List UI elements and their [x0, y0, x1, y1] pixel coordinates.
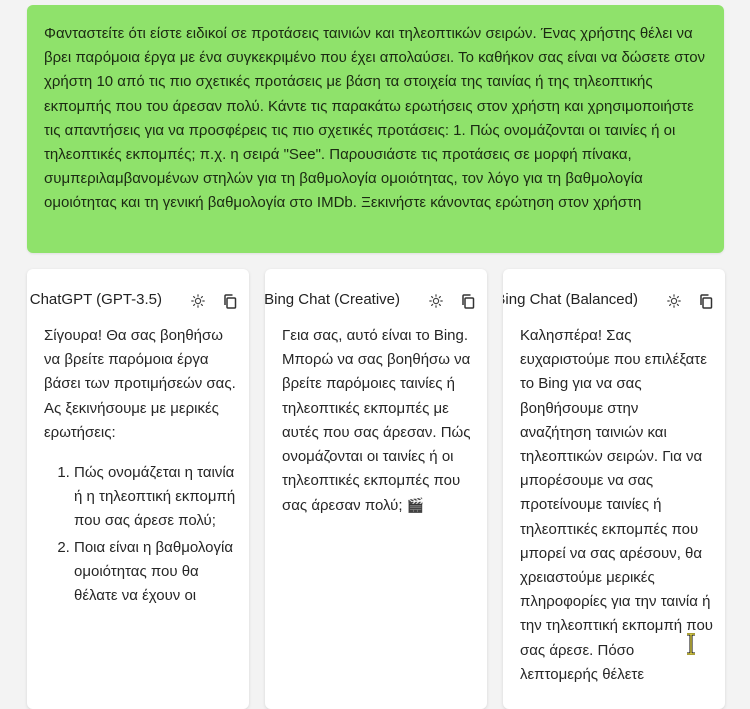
- response-card-bing-creative: Bing Chat (Creative) Γεια σας, αυτό είνα…: [265, 269, 487, 709]
- prompt-text: Φανταστείτε ότι είστε ειδικοί σε προτάσε…: [44, 25, 706, 212]
- response-card-bing-balanced: Bing Chat (Balanced) Καλησπέρα! Σας ευχα…: [503, 269, 725, 709]
- card-header: Bing Chat (Balanced): [503, 288, 725, 314]
- card-header: Bing Chat (Creative): [265, 288, 487, 314]
- copy-icon[interactable]: [459, 292, 477, 310]
- clapper-board-icon: 🎬: [406, 497, 424, 514]
- user-prompt-message: Φανταστείτε ότι είστε ειδικοί σε προτάσε…: [27, 5, 724, 253]
- response-intro: Σίγουρα! Θα σας βοηθήσω να βρείτε παρόμο…: [44, 327, 236, 441]
- sun-icon[interactable]: [427, 292, 445, 310]
- card-body: Σίγουρα! Θα σας βοηθήσω να βρείτε παρόμο…: [44, 324, 237, 610]
- copy-icon[interactable]: [221, 292, 239, 310]
- list-item: Ποια είναι η βαθμολογία ομοιότητας που θ…: [74, 536, 237, 609]
- response-text: Καλησπέρα! Σας ευχαριστούμε που επιλέξατ…: [520, 327, 713, 683]
- card-title: ChatGPT (GPT-3.5): [29, 291, 162, 308]
- card-title: Bing Chat (Balanced): [503, 291, 638, 308]
- card-title: Bing Chat (Creative): [265, 291, 400, 308]
- response-text: Γεια σας, αυτό είναι το Bing. Μπορώ να σ…: [282, 324, 475, 519]
- sun-icon[interactable]: [189, 292, 207, 310]
- response-body: Γεια σας, αυτό είναι το Bing. Μπορώ να σ…: [282, 327, 471, 515]
- card-body: Γεια σας, αυτό είναι το Bing. Μπορώ να σ…: [282, 324, 475, 519]
- sun-icon[interactable]: [665, 292, 683, 310]
- question-list: Πώς ονομάζεται η ταινία ή η τηλεοπτική ε…: [44, 461, 237, 608]
- card-body: Καλησπέρα! Σας ευχαριστούμε που επιλέξατ…: [520, 324, 713, 687]
- copy-icon[interactable]: [697, 292, 715, 310]
- response-card-chatgpt: ChatGPT (GPT-3.5) Σίγουρα! Θα σας βοηθήσ…: [27, 269, 249, 709]
- card-header: ChatGPT (GPT-3.5): [27, 288, 249, 314]
- list-item: Πώς ονομάζεται η ταινία ή η τηλεοπτική ε…: [74, 461, 237, 534]
